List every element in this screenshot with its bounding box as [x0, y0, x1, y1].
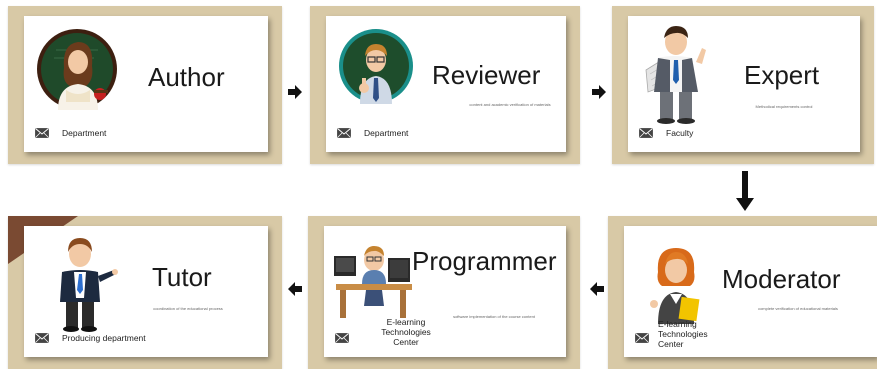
card-tutor[interactable]: Tutor coordination of the educational pr…: [24, 226, 268, 357]
envelope-icon: [337, 128, 351, 138]
envelope-icon: [35, 333, 49, 343]
envelope-icon: [639, 128, 653, 138]
envelope-icon: [635, 333, 649, 343]
tutor-avatar-icon: [60, 238, 118, 332]
reviewer-avatar-icon: [339, 29, 413, 104]
card-title: Expert: [744, 60, 820, 90]
expert-avatar-icon: [645, 26, 706, 124]
card-department: Producing department: [62, 333, 146, 343]
card-frame-moderator: Moderator complete verification of educa…: [608, 216, 877, 369]
card-frame-expert: Expert Methodical requirements control F…: [612, 6, 874, 164]
card-department: E-learning Technologies Center: [658, 319, 708, 349]
card-frame-programmer: Programmer software implementation of th…: [308, 216, 580, 369]
card-frame-author: Author Department: [8, 6, 282, 164]
moderator-avatar-icon: [650, 248, 700, 324]
programmer-avatar-icon: [334, 246, 412, 318]
card-expert[interactable]: Expert Methodical requirements control F…: [628, 16, 860, 152]
card-title: Reviewer: [432, 60, 541, 90]
card-moderator[interactable]: Moderator complete verification of educa…: [624, 226, 877, 357]
card-title: Tutor: [152, 262, 212, 292]
card-description: content and academic verification of mat…: [469, 102, 551, 107]
arrow-right-icon: [592, 85, 606, 99]
card-title: Author: [148, 62, 225, 92]
card-department: Department: [62, 128, 107, 138]
card-title: Moderator: [722, 264, 841, 294]
card-frame-tutor: Tutor coordination of the educational pr…: [8, 216, 282, 369]
card-description: Methodical requirements control: [755, 104, 813, 109]
arrow-left-icon: [590, 282, 604, 296]
card-description: complete verification of educational mat…: [758, 306, 838, 311]
card-department: E-learning Technologies Center: [381, 317, 431, 347]
card-title: Programmer: [412, 246, 557, 276]
card-reviewer[interactable]: Reviewer content and academic verificati…: [326, 16, 566, 152]
envelope-icon: [335, 333, 349, 343]
card-author[interactable]: Author Department: [24, 16, 268, 152]
card-programmer[interactable]: Programmer software implementation of th…: [324, 226, 566, 357]
author-avatar-icon: [37, 29, 117, 110]
card-description: software implementation of the course co…: [453, 314, 535, 319]
arrow-down-icon: [736, 171, 754, 211]
envelope-icon: [35, 128, 49, 138]
card-department: Faculty: [666, 128, 694, 138]
arrow-left-icon: [288, 282, 302, 296]
card-department: Department: [364, 128, 409, 138]
arrow-right-icon: [288, 85, 302, 99]
card-description: coordination of the educational process: [153, 306, 223, 311]
card-frame-reviewer: Reviewer content and academic verificati…: [310, 6, 580, 164]
